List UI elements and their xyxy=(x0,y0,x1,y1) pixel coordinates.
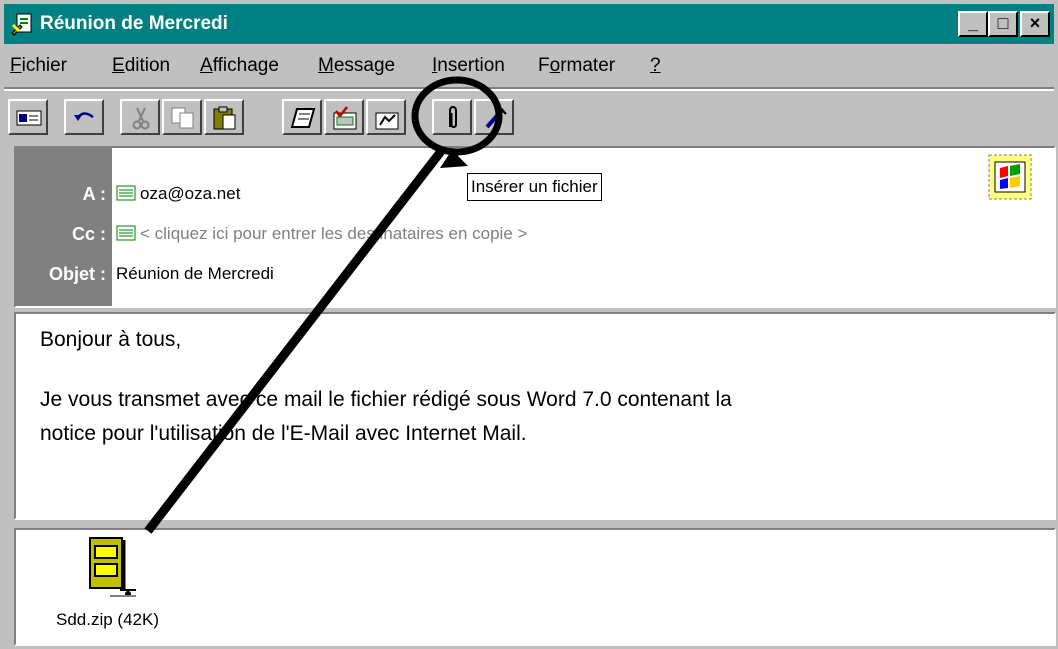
check-names-icon xyxy=(333,106,357,130)
body-line-1: Bonjour à tous, xyxy=(40,328,182,351)
to-field[interactable]: oza@oza.net xyxy=(116,184,240,204)
check-names-button[interactable] xyxy=(324,99,364,135)
body-line-2: Je vous transmet avec ce mail le fichier… xyxy=(40,388,732,411)
mail-window: Réunion de Mercredi _ □ × Fichier Editio… xyxy=(0,0,1058,649)
body-line-3: notice pour l'utilisation de l'E-Mail av… xyxy=(40,422,527,445)
cc-placeholder: < cliquez ici pour entrer les destinatai… xyxy=(140,224,528,243)
signature-icon xyxy=(485,107,507,129)
address-book-icon xyxy=(290,108,316,128)
menu-insertion[interactable]: Insertion xyxy=(432,55,505,77)
menu-separator xyxy=(4,87,1054,91)
cc-label: Cc : xyxy=(71,224,106,244)
paste-button[interactable] xyxy=(204,99,244,135)
paperclip-icon xyxy=(449,105,457,129)
maximize-button[interactable]: □ xyxy=(988,11,1018,37)
subject-field[interactable]: Réunion de Mercredi xyxy=(116,264,274,284)
to-value: oza@oza.net xyxy=(140,184,241,203)
select-recipients-button[interactable] xyxy=(366,99,406,135)
menu-help[interactable]: ? xyxy=(650,55,661,77)
window-title: Réunion de Mercredi xyxy=(40,13,228,34)
attachment-panel: Sdd.zip (42K) xyxy=(14,528,1056,646)
zip-archive-icon[interactable] xyxy=(86,536,142,606)
paste-icon xyxy=(213,106,236,130)
menu-formater[interactable]: Formater xyxy=(538,55,615,77)
send-button[interactable] xyxy=(8,99,48,135)
menu-affichage[interactable]: Affichage xyxy=(200,55,279,77)
address-book-button[interactable] xyxy=(282,99,322,135)
copy-button[interactable] xyxy=(162,99,202,135)
subject-label: Objet : xyxy=(49,264,106,284)
menu-bar: Fichier Edition Affichage Message Insert… xyxy=(4,48,1054,86)
select-recipients-icon xyxy=(375,112,399,130)
undo-button[interactable] xyxy=(64,99,104,135)
cc-field[interactable]: < cliquez ici pour entrer les destinatai… xyxy=(116,224,527,244)
toolbar xyxy=(4,92,1054,142)
maximize-icon: □ xyxy=(997,13,1009,33)
to-label: A : xyxy=(82,184,106,204)
close-icon: × xyxy=(1029,13,1041,33)
menu-fichier[interactable]: Fichier xyxy=(10,55,67,77)
stamp-icon xyxy=(988,154,1032,200)
header-labels: A : Cc : Objet : xyxy=(16,148,112,306)
close-button[interactable]: × xyxy=(1020,11,1050,37)
signature-button[interactable] xyxy=(474,99,514,135)
address-card-icon xyxy=(116,185,136,201)
message-header: A : Cc : Objet : oza@oza.net < cliquez i… xyxy=(14,146,1056,308)
title-bar[interactable]: Réunion de Mercredi _ □ × xyxy=(4,4,1054,44)
send-icon xyxy=(16,110,42,126)
cut-button[interactable] xyxy=(120,99,160,135)
minimize-button[interactable]: _ xyxy=(958,11,988,37)
address-card-icon xyxy=(116,225,136,241)
minimize-icon: _ xyxy=(967,13,978,33)
mail-app-icon xyxy=(11,13,32,36)
copy-icon xyxy=(171,107,194,129)
tooltip: Insérer un fichier xyxy=(467,173,602,201)
message-body[interactable]: Bonjour à tous, Je vous transmet avec ce… xyxy=(14,312,1056,520)
menu-edition[interactable]: Edition xyxy=(112,55,170,77)
attachment-label[interactable]: Sdd.zip (42K) xyxy=(56,610,159,630)
menu-message[interactable]: Message xyxy=(318,55,395,77)
undo-icon xyxy=(74,112,94,121)
cut-icon xyxy=(132,107,150,130)
attach-file-button[interactable] xyxy=(432,99,472,135)
